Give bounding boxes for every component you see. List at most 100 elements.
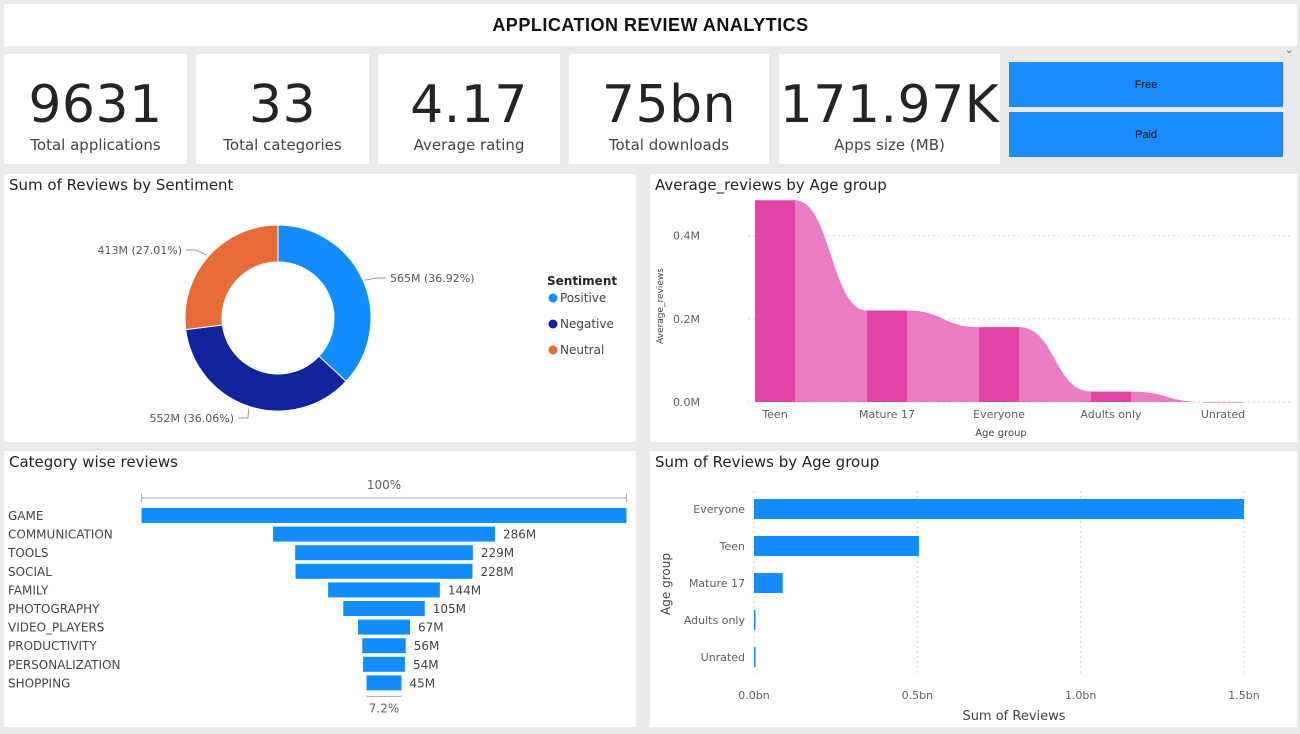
funnel-bar <box>141 508 627 523</box>
ribbon-band <box>907 310 979 402</box>
legend-item-positive: Positive <box>560 291 606 305</box>
slicer-free-button[interactable]: Free <box>1009 62 1283 107</box>
legend-marker <box>548 345 558 355</box>
ribbon-bar-adults-only <box>1091 391 1131 402</box>
kpi-label: Average rating <box>413 136 525 154</box>
funnel-value-label: 228M <box>480 565 513 579</box>
funnel-bar <box>295 545 473 561</box>
donut-data-label: 413M (27.01%) <box>97 244 182 257</box>
x-tick-label: Adults only <box>1080 408 1142 421</box>
funnel-value-label: 67M <box>418 621 444 635</box>
sum-reviews-panel: Sum of Reviews by Age group 0.0bn 0.5bn 1.… <box>650 451 1297 727</box>
hbar-chart: 0.0bn 0.5bn 1.0bn 1.5bn Everyone Teen Mature 1… <box>659 491 1260 724</box>
funnel-category-label: COMMUNICATION <box>8 528 113 542</box>
funnel-bar <box>328 582 440 598</box>
funnel-value-label: 56M <box>414 639 440 653</box>
hbar-adults-only <box>754 610 756 630</box>
legend-marker <box>548 319 558 329</box>
funnel-category-label: GAME <box>8 509 43 523</box>
y-tick-label: Adults only <box>684 614 746 627</box>
category-funnel-panel: Category wise reviews 100% GAME COMMUNICAT… <box>4 451 636 727</box>
x-tick-label: 1.0bn <box>1065 689 1096 702</box>
x-tick-label: Everyone <box>973 408 1025 421</box>
donut-slice-positive <box>277 224 372 383</box>
x-tick-label: 1.5bn <box>1228 689 1259 702</box>
chevron-down-icon[interactable]: ⌄ <box>1285 45 1293 56</box>
y-tick-label: Mature 17 <box>689 577 745 590</box>
kpi-value: 4.17 <box>410 75 528 135</box>
funnel-bar <box>362 638 406 654</box>
donut-chart: 565M (36.92%) 552M (36.06%) 413M (27.01%) S… <box>97 224 617 425</box>
funnel-category-label: PHOTOGRAPHY <box>8 602 100 616</box>
funnel-bar <box>343 601 425 616</box>
slicer-paid-button[interactable]: Paid <box>1009 112 1283 157</box>
donut-data-label: 565M (36.92%) <box>390 272 475 285</box>
kpi-card-average-rating: 4.17 Average rating <box>378 54 560 164</box>
y-tick-label: Teen <box>719 540 745 553</box>
funnel-category-label: TOOLS <box>7 546 49 560</box>
sentiment-donut-panel: Sum of Reviews by Sentiment 565M (36.92%… <box>4 174 636 442</box>
funnel-value-label: 105M <box>433 602 466 616</box>
funnel-value-label: 144M <box>448 583 481 597</box>
donut-leader-line <box>238 408 250 419</box>
kpi-card-total-downloads: 75bn Total downloads <box>569 54 769 164</box>
x-axis-title: Age group <box>975 428 1027 439</box>
kpi-label: Total downloads <box>608 136 730 154</box>
ribbon-band <box>1131 391 1203 402</box>
donut-leader-line <box>186 249 207 256</box>
x-axis-title: Sum of Reviews <box>962 709 1065 724</box>
page-title-bar: APPLICATION REVIEW ANALYTICS <box>4 4 1297 46</box>
donut-leader-line <box>365 277 386 281</box>
y-tick-label: 0.0M <box>673 396 700 409</box>
x-tick-label: Mature 17 <box>859 408 915 421</box>
hbar-everyone <box>754 499 1244 519</box>
funnel-category-label: PRODUCTIVITY <box>8 639 97 653</box>
funnel-top-label: 100% <box>367 478 401 492</box>
funnel-bar <box>295 563 473 579</box>
funnel-category-label: PERSONALIZATION <box>8 658 120 672</box>
kpi-value: 33 <box>248 75 317 135</box>
funnel-chart: 100% GAME COMMUNICATION 286M TOOLS 229M SOCIAL… <box>7 478 627 715</box>
funnel-bar <box>366 675 402 691</box>
kpi-value: 171.97K <box>779 75 1000 135</box>
ribbon-bar-mature-17 <box>867 310 907 402</box>
avg-reviews-panel: Average_reviews by Age group 0.0M 0.2M 0.4… <box>650 174 1297 442</box>
funnel-bar <box>358 619 410 635</box>
kpi-card-total-applications: 9631 Total applications <box>4 54 187 164</box>
x-tick-label: 0.5bn <box>902 689 933 702</box>
kpi-label: Apps size (MB) <box>834 136 945 154</box>
funnel-value-label: 54M <box>413 658 439 672</box>
hbar-mature-17 <box>754 573 783 593</box>
legend-marker <box>548 293 558 303</box>
funnel-value-label: 45M <box>409 676 435 690</box>
funnel-bar <box>273 526 495 542</box>
y-tick-label: Everyone <box>693 503 745 516</box>
funnel-category-label: VIDEO_PLAYERS <box>8 621 104 635</box>
funnel-bar <box>363 656 405 672</box>
funnel-bottom-label: 7.2% <box>369 701 400 715</box>
y-axis-title: Average_reviews <box>656 268 666 344</box>
ribbon-bar-teen <box>755 200 795 402</box>
funnel-category-label: SOCIAL <box>8 565 52 579</box>
hbar-unrated <box>754 647 756 667</box>
funnel-value-label: 286M <box>503 528 536 542</box>
funnel-category-label: FAMILY <box>8 583 49 597</box>
kpi-card-total-categories: 33 Total categories <box>196 54 369 164</box>
donut-data-label: 552M (36.06%) <box>149 412 234 425</box>
ribbon-bar-everyone <box>979 327 1019 402</box>
ribbon-chart: 0.0M 0.2M 0.4M Teen Mature 17 Everyone Adults … <box>656 200 1293 439</box>
ribbon-band <box>1019 327 1091 402</box>
hbar-teen <box>754 536 919 556</box>
kpi-value: 9631 <box>28 75 163 135</box>
kpi-label: Total categories <box>223 136 342 154</box>
legend-item-neutral: Neutral <box>560 343 604 357</box>
funnel-category-label: SHOPPING <box>8 676 70 690</box>
x-tick-label: Unrated <box>1201 408 1245 421</box>
legend-title: Sentiment <box>547 274 617 288</box>
ribbon-bar-unrated <box>1203 402 1243 403</box>
y-tick-label: Unrated <box>701 651 745 664</box>
y-axis-title: Age group <box>659 553 673 615</box>
y-tick-label: 0.4M <box>673 230 700 243</box>
donut-slice-neutral <box>184 224 279 331</box>
x-tick-label: 0.0bn <box>738 689 769 702</box>
